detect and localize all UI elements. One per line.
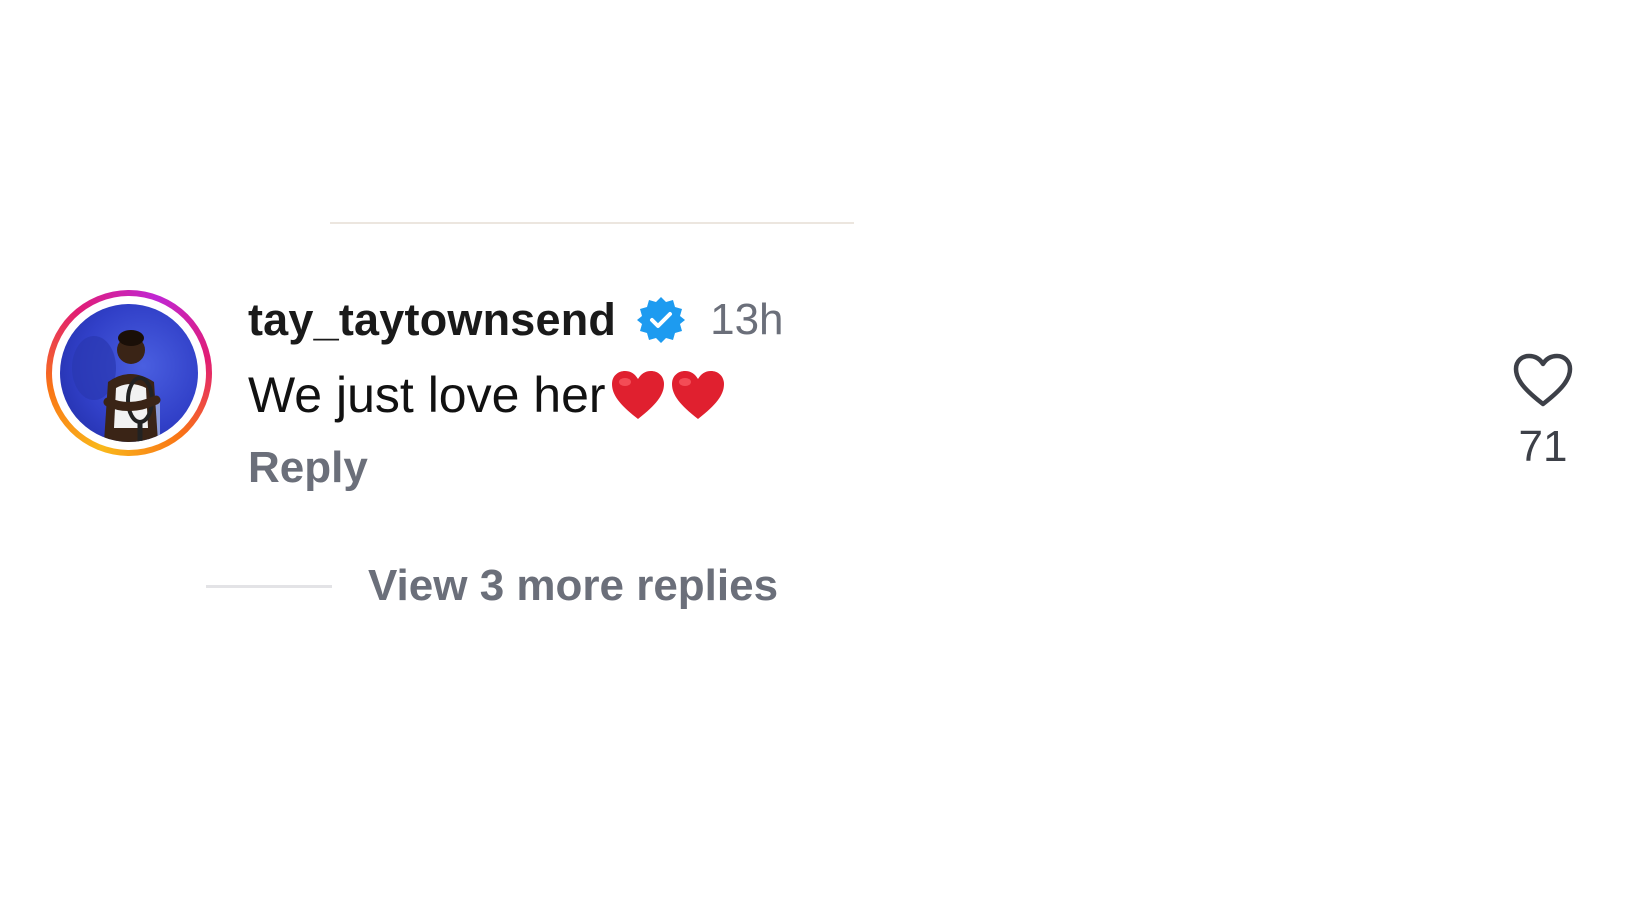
view-more-replies-label[interactable]: View 3 more replies [368, 561, 778, 611]
red-heart-emoji-icon [610, 369, 666, 421]
verified-badge-icon [636, 295, 686, 345]
comment-header: tay_taytownsend 13h [248, 290, 784, 350]
avatar[interactable] [60, 304, 198, 442]
view-more-replies[interactable]: View 3 more replies [206, 556, 778, 616]
avatar-photo [72, 330, 161, 442]
like-area: 71 [1510, 352, 1576, 472]
like-count: 71 [1518, 422, 1568, 471]
comment-text: We just love her [248, 367, 606, 423]
avatar-ring-gap [52, 296, 206, 450]
comment: tay_taytownsend 13h We just love her Rep… [248, 290, 784, 496]
red-heart-emoji-icon [670, 369, 726, 421]
avatar-story-ring[interactable] [46, 290, 212, 456]
comment-timestamp: 13h [710, 295, 784, 344]
comment-body: We just love her [248, 362, 784, 428]
heart-outline-icon[interactable] [1512, 352, 1574, 408]
replies-connector-line [206, 584, 332, 588]
top-divider [330, 222, 854, 224]
username[interactable]: tay_taytownsend [248, 294, 616, 346]
reply-button[interactable]: Reply [248, 440, 784, 496]
